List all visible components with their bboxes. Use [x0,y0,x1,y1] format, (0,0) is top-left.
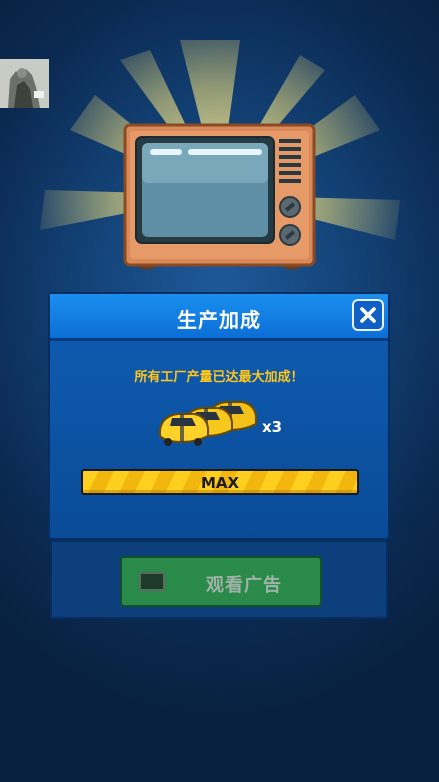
car-stack-icon [156,392,260,452]
tv-icon [122,123,317,277]
car-multiplier: x3 [262,418,283,436]
max-boost-message: 所有工厂产量已达最大加成！ [134,370,304,385]
avatar-image [0,59,49,108]
production-boost-dialog: 生产加成 所有工厂产量已达最大加成！ x3 MAX [48,292,390,540]
dialog-footer: 观看广告 [50,540,388,619]
player-avatar[interactable] [0,59,49,108]
dialog-title: 生产加成 [177,308,261,332]
watch-ad-button[interactable]: 观看广告 [120,556,322,607]
close-button[interactable] [352,299,384,331]
close-icon [360,307,376,323]
boost-progress-bar: MAX [81,469,359,495]
tv-small-icon [139,572,165,591]
progress-label: MAX [200,474,240,492]
watch-ad-label: 观看广告 [206,575,282,596]
dialog-header: 生产加成 [50,294,388,341]
